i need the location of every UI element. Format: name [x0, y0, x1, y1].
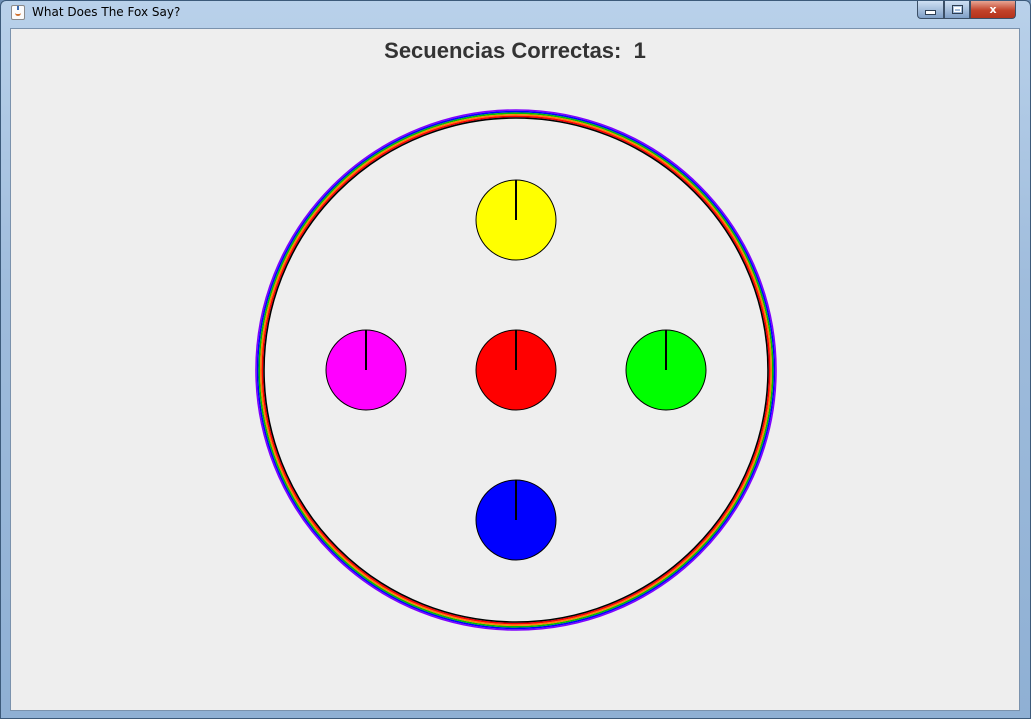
title-bar[interactable]: What Does The Fox Say? x: [1, 1, 1030, 25]
maximize-button[interactable]: [944, 1, 970, 19]
maximize-icon: [951, 5, 963, 14]
score-label: Secuencias Correctas:: [384, 38, 622, 63]
window-title: What Does The Fox Say?: [32, 5, 181, 19]
score-value: 1: [633, 38, 646, 63]
score-display: Secuencias Correctas: 1: [11, 38, 1019, 64]
blue-button[interactable]: [475, 479, 557, 561]
java-app-icon[interactable]: [11, 5, 25, 20]
game-board: [254, 108, 778, 632]
red-button[interactable]: [475, 329, 557, 411]
close-button[interactable]: x: [970, 1, 1016, 19]
game-panel: Secuencias Correctas: 1: [10, 28, 1020, 711]
yellow-button[interactable]: [475, 179, 557, 261]
minimize-button[interactable]: [917, 1, 944, 19]
color-buttons: [325, 179, 707, 561]
minimize-icon: [925, 10, 936, 15]
app-window: What Does The Fox Say? x Secuencias Corr…: [0, 0, 1031, 719]
green-button[interactable]: [625, 329, 707, 411]
magenta-button[interactable]: [325, 329, 407, 411]
close-icon: x: [989, 3, 997, 16]
board-canvas: [255, 109, 777, 631]
